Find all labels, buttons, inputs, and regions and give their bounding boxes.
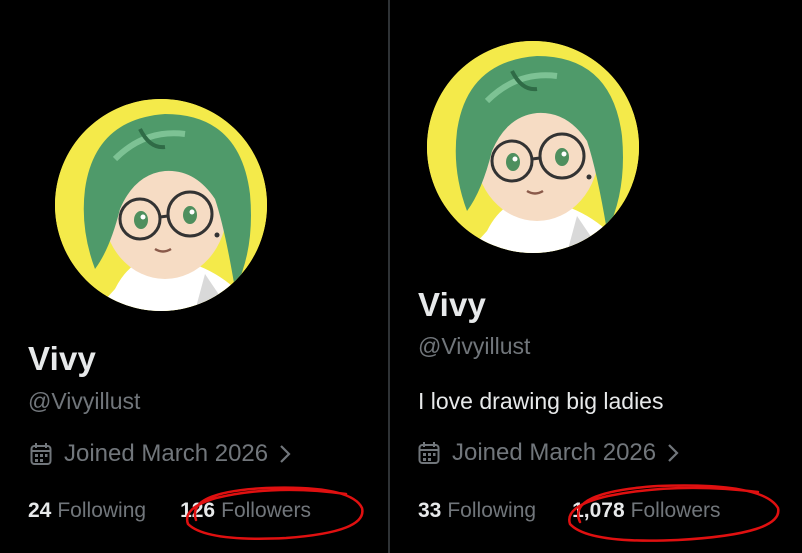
joined-date-link[interactable]: Joined March 2026 xyxy=(30,440,292,468)
profile-panel-left: Vivy @Vivyillust Joined March 2026 24 Fol… xyxy=(0,0,388,553)
display-name: Vivy xyxy=(418,286,487,323)
avatar-illustration xyxy=(427,41,639,253)
follow-stats: 24 Following 126 Followers xyxy=(28,499,311,523)
joined-text: Joined March 2026 xyxy=(452,439,657,466)
followers-label: Followers xyxy=(221,499,311,522)
avatar[interactable] xyxy=(52,96,270,314)
handle: @Vivyillust xyxy=(28,388,141,414)
chevron-right-icon xyxy=(668,444,679,462)
following-link[interactable]: 33 Following xyxy=(418,499,536,523)
followers-link[interactable]: 1,078 Followers xyxy=(572,499,720,523)
avatar[interactable] xyxy=(424,38,642,256)
following-count: 24 xyxy=(28,499,52,522)
chevron-right-icon xyxy=(280,445,291,463)
joined-text: Joined March 2026 xyxy=(64,440,269,467)
handle: @Vivyillust xyxy=(418,333,531,359)
following-label: Following xyxy=(447,499,537,522)
following-link[interactable]: 24 Following xyxy=(28,499,146,523)
followers-count: 126 xyxy=(180,499,216,522)
following-label: Following xyxy=(57,499,147,522)
follow-stats: 33 Following 1,078 Followers xyxy=(418,499,721,523)
followers-link[interactable]: 126 Followers xyxy=(180,499,311,523)
bio: I love drawing big ladies xyxy=(418,388,664,414)
following-count: 33 xyxy=(418,499,442,522)
calendar-icon xyxy=(418,442,440,464)
profile-panel-right: Vivy @Vivyillust I love drawing big ladi… xyxy=(390,0,802,553)
calendar-icon xyxy=(30,443,52,465)
avatar-illustration xyxy=(55,99,267,311)
joined-date-link[interactable]: Joined March 2026 xyxy=(418,439,680,467)
followers-label: Followers xyxy=(630,499,721,522)
followers-count: 1,078 xyxy=(572,499,625,522)
display-name: Vivy xyxy=(28,340,97,377)
